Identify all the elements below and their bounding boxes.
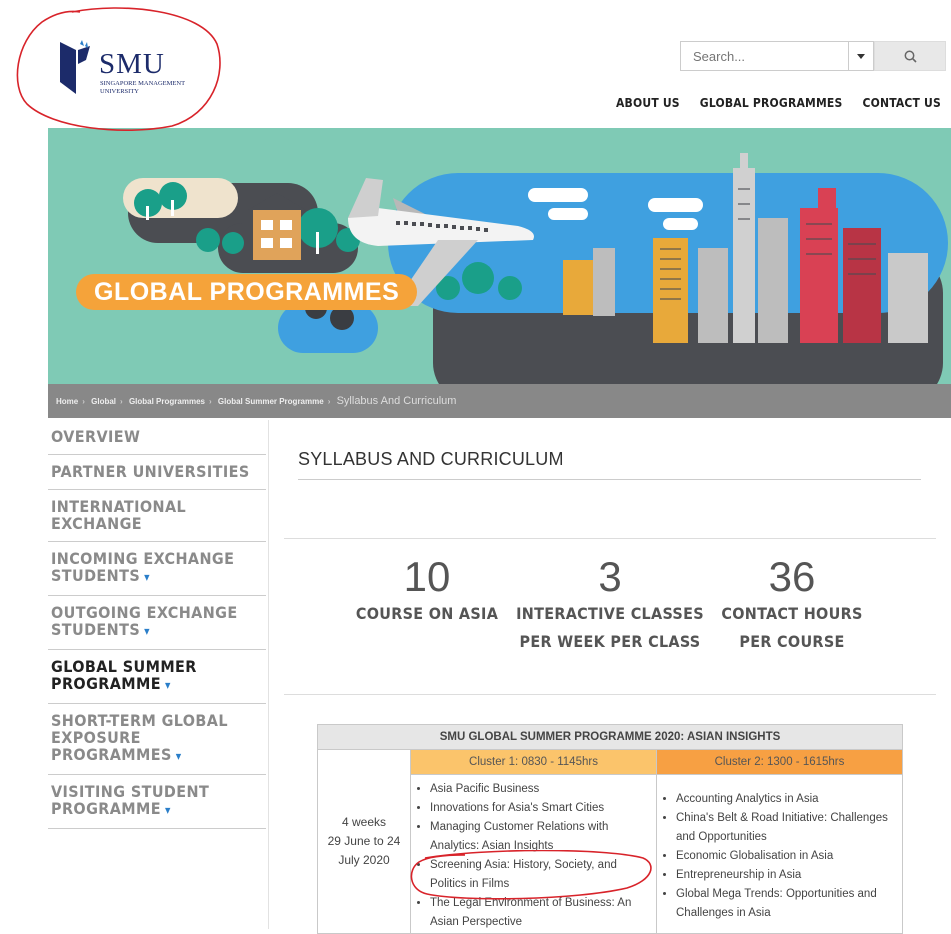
date-range: 29 June to 24 [327,834,401,848]
breadcrumb-global-programmes[interactable]: Global Programmes [129,397,205,406]
search-icon [904,50,917,63]
stat-label: PER WEEK PER CLASS [519,632,701,651]
course-item: China's Belt & Road Initiative: Challeng… [676,809,901,847]
stat-label: INTERACTIVE CLASSES [516,604,704,623]
top-navigation: ABOUT US GLOBAL PROGRAMMES CONTACT US [616,96,941,110]
programme-table: SMU GLOBAL SUMMER PROGRAMME 2020: ASIAN … [316,724,904,934]
stats-divider [284,694,936,695]
sidebar-item-partner-universities[interactable]: PARTNER UNIVERSITIES [48,455,266,490]
stat-label: CONTACT HOURS [721,604,863,623]
sidebar-item-visiting-student[interactable]: VISITING STUDENT PROGRAMME ▾ [48,775,266,829]
sidebar-item-global-summer-programme[interactable]: GLOBAL SUMMER PROGRAMME ▾ [48,650,266,704]
stat-label: COURSE ON ASIA [355,604,499,623]
chevron-down-icon[interactable]: ▾ [144,624,150,638]
course-item: Managing Customer Relations with Analyti… [430,818,655,856]
logo-text: SMU [99,48,165,80]
breadcrumb-home[interactable]: Home [56,397,78,406]
smu-logo-icon [60,40,90,94]
sidebar-divider [268,420,269,929]
banner-illustration [123,153,948,403]
search-scope-dropdown[interactable] [848,41,874,71]
page-title: SYLLABUS AND CURRICULUM [298,449,564,469]
course-item: Screening Asia: History, Society, and Po… [430,856,655,894]
breadcrumb-separator: › [208,397,212,406]
stat-courses: 10 COURSE ON ASIA [332,553,522,629]
nav-contact-us[interactable]: CONTACT US [862,96,941,110]
sidebar-item-label: PARTNER UNIVERSITIES [51,462,250,481]
course-item: Asia Pacific Business [430,780,655,799]
chevron-down-icon[interactable]: ▾ [176,749,182,763]
search-input[interactable] [680,41,848,71]
stat-contact-hours: 36 CONTACT HOURS PER COURSE [697,553,887,657]
chevron-down-icon[interactable]: ▾ [165,678,171,692]
sidebar-item-label: PROGRAMME [51,674,161,693]
chevron-down-icon[interactable]: ▾ [165,803,171,817]
sidebar-item-label: PROGRAMME [51,799,161,818]
sidebar-nav: OVERVIEW PARTNER UNIVERSITIES INTERNATIO… [48,420,266,829]
logo-subtitle: SINGAPORE MANAGEMENT [100,80,186,87]
sidebar-item-outgoing-exchange[interactable]: OUTGOING EXCHANGE STUDENTS ▾ [48,596,266,650]
cluster-1-courses: Asia Pacific Business Innovations for As… [410,774,657,934]
search-button[interactable] [874,41,946,71]
nav-global-programmes[interactable]: GLOBAL PROGRAMMES [700,96,843,110]
course-item: Accounting Analytics in Asia [676,790,901,809]
sidebar-item-international-exchange[interactable]: INTERNATIONAL EXCHANGE [48,490,266,542]
breadcrumb-separator: › [120,397,123,406]
title-divider [298,479,921,480]
stat-label: PER COURSE [739,632,845,651]
course-item: Economic Globalisation in Asia [676,847,901,866]
breadcrumb: Home › Global › Global Programmes › Global … [48,384,951,418]
stat-number: 36 [768,553,816,600]
logo-subtitle: UNIVERSITY [100,88,139,95]
banner-title: GLOBAL PROGRAMMES [76,274,418,310]
breadcrumb-global-summer-programme[interactable]: Global Summer Programme [218,397,324,406]
nav-about-us[interactable]: ABOUT US [616,96,680,110]
breadcrumb-separator: › [82,397,85,406]
stat-number: 3 [598,553,622,600]
sidebar-item-overview[interactable]: OVERVIEW [48,420,266,455]
hero-banner: GLOBAL PROGRAMMES [48,128,951,418]
date-duration: 4 weeks [341,815,387,829]
chevron-down-icon[interactable]: ▾ [144,570,150,584]
sidebar-item-label: STUDENTS [51,566,141,585]
stat-classes: 3 INTERACTIVE CLASSES PER WEEK PER CLASS [515,553,705,657]
stat-number: 10 [403,553,451,600]
sidebar-item-label: STUDENTS [51,620,141,639]
sidebar-item-short-term-global[interactable]: SHORT-TERM GLOBAL EXPOSURE PROGRAMMES ▾ [48,704,266,775]
course-item: Entrepreneurship in Asia [676,866,901,885]
course-item: Innovations for Asia's Smart Cities [430,799,655,818]
sidebar-item-label: INTERNATIONAL EXCHANGE [51,497,187,533]
course-item: The Legal Environment of Business: An As… [430,894,655,932]
stats-divider [284,538,936,539]
breadcrumb-separator: › [327,397,331,406]
sidebar-item-label: OVERVIEW [51,427,141,446]
cluster-2-courses: Accounting Analytics in Asia China's Bel… [655,774,904,934]
sidebar-item-label: EXPOSURE PROGRAMMES [51,728,172,764]
programme-dates: 4 weeks 29 June to 24 July 2020 [317,749,411,934]
cluster-1-header: Cluster 1: 0830 - 1145hrs [410,749,657,775]
table-title: SMU GLOBAL SUMMER PROGRAMME 2020: ASIAN … [316,724,904,750]
sidebar-item-incoming-exchange[interactable]: INCOMING EXCHANGE STUDENTS ▾ [48,542,266,596]
breadcrumb-global[interactable]: Global [91,397,116,406]
course-item: Global Mega Trends: Opportunities and Ch… [676,885,901,923]
breadcrumb-current: Syllabus And Curriculum [336,395,457,407]
date-range: July 2020 [338,853,390,867]
cluster-2-header: Cluster 2: 1300 - 1615hrs [655,749,904,775]
chevron-down-icon [857,53,865,59]
